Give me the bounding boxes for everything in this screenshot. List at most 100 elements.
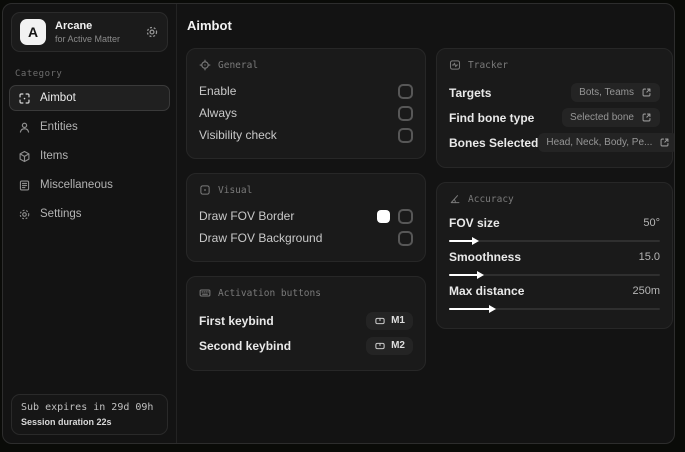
sidebar: A Arcane for Active Matter Category Aimb…: [3, 4, 177, 443]
app-window: A Arcane for Active Matter Category Aimb…: [2, 3, 675, 444]
dropdown-value: Bots, Teams: [579, 87, 634, 98]
gear-icon[interactable]: [145, 25, 159, 39]
setting-row-draw-fov-background: Draw FOV Background: [199, 227, 413, 249]
setting-row-always: Always: [199, 102, 413, 124]
enable-checkbox[interactable]: [398, 83, 413, 99]
sidebar-item-settings[interactable]: Settings: [9, 201, 170, 227]
smoothness-slider[interactable]: [449, 271, 660, 279]
sidebar-item-miscellaneous[interactable]: Miscellaneous: [9, 172, 170, 198]
setting-label: FOV size: [449, 216, 500, 230]
general-panel-header: General: [199, 59, 413, 71]
sidebar-item-label: Aimbot: [40, 92, 76, 104]
main-content: Aimbot General Enable Always Visibility …: [177, 4, 674, 443]
setting-label: Find bone type: [449, 110, 535, 125]
sidebar-item-aimbot[interactable]: Aimbot: [9, 85, 170, 111]
tracker-panel-header: Tracker: [449, 59, 660, 71]
slider-fill: [449, 274, 479, 276]
sidebar-item-label: Entities: [40, 121, 78, 133]
second-keybind-button[interactable]: M2: [366, 336, 413, 355]
cube-icon: [18, 150, 31, 163]
person-icon: [18, 121, 31, 134]
app-logo: A: [20, 19, 46, 45]
visual-panel: Visual Draw FOV Border Draw FOV Backgrou…: [186, 173, 426, 262]
setting-row-first-keybind: First keybind M1: [199, 308, 413, 333]
slider-thumb[interactable]: [476, 271, 484, 279]
panel-title: Tracker: [468, 59, 509, 71]
max-distance-slider-group: Max distance 250m: [449, 282, 660, 313]
expand-icon: [659, 137, 670, 148]
activation-panel-header: Activation buttons: [199, 287, 413, 299]
visual-panel-header: Visual: [199, 184, 413, 196]
setting-label: Max distance: [449, 284, 525, 298]
first-keybind-button[interactable]: M1: [366, 311, 413, 330]
setting-label: Draw FOV Border: [199, 209, 295, 223]
sidebar-item-items[interactable]: Items: [9, 143, 170, 169]
slider-thumb[interactable]: [489, 305, 497, 313]
accuracy-panel: Accuracy FOV size 50° Smoothness 15.0 Ma…: [436, 182, 673, 329]
setting-label: Smoothness: [449, 250, 522, 264]
session-duration-text: Session duration 22s: [21, 417, 112, 427]
setting-label: Enable: [199, 84, 237, 98]
panel-title: General: [218, 59, 259, 71]
app-subtitle: for Active Matter: [55, 34, 121, 44]
fov-border-color-swatch[interactable]: [377, 209, 390, 223]
angle-icon: [449, 193, 461, 205]
setting-row-draw-fov-border: Draw FOV Border: [199, 205, 413, 227]
setting-label: Bones Selected: [449, 135, 539, 150]
scan-icon: [18, 92, 31, 105]
pulse-icon: [449, 59, 461, 71]
setting-row-bones-selected: Bones Selected Head, Neck, Body, Pe...: [449, 130, 674, 155]
sub-expires-text: Sub expires in 29d 09h: [21, 402, 154, 413]
right-column: Tracker Targets Bots, Teams Find bone ty…: [436, 48, 674, 329]
sidebar-header: A Arcane for Active Matter: [11, 12, 168, 52]
sidebar-nav: Aimbot Entities Items Miscellaneous Sett…: [3, 85, 176, 230]
left-column: General Enable Always Visibility check V…: [186, 48, 426, 371]
panel-title: Visual: [218, 184, 253, 196]
subscription-info: Sub expires in 29d 09h Session duration …: [11, 394, 168, 435]
expand-icon: [641, 87, 652, 98]
category-label: Category: [15, 69, 63, 79]
general-panel: General Enable Always Visibility check: [186, 48, 426, 159]
setting-label: First keybind: [199, 313, 274, 328]
setting-row-enable: Enable: [199, 80, 413, 102]
keybind-value: M1: [391, 315, 405, 326]
panel-title: Accuracy: [468, 193, 514, 205]
setting-label: Second keybind: [199, 338, 292, 353]
bones-selected-dropdown[interactable]: Head, Neck, Body, Pe...: [538, 133, 674, 152]
frame-icon: [199, 184, 211, 196]
crosshair-icon: [199, 59, 211, 71]
setting-row-find-bone-type: Find bone type Selected bone: [449, 105, 660, 130]
notes-icon: [18, 179, 31, 192]
activation-panel: Activation buttons First keybind M1 Seco…: [186, 276, 426, 371]
slider-value: 15.0: [638, 251, 660, 263]
setting-label: Draw FOV Background: [199, 231, 323, 245]
gear-icon: [18, 208, 31, 221]
brand-block: Arcane for Active Matter: [55, 20, 120, 44]
setting-row-second-keybind: Second keybind M2: [199, 333, 413, 358]
sidebar-item-label: Items: [40, 150, 69, 162]
draw-fov-border-checkbox[interactable]: [398, 208, 413, 224]
setting-row-visibility-check: Visibility check: [199, 124, 413, 146]
slider-value: 250m: [632, 285, 660, 297]
targets-dropdown[interactable]: Bots, Teams: [571, 83, 660, 102]
setting-label: Visibility check: [199, 128, 277, 142]
sidebar-item-label: Miscellaneous: [40, 179, 113, 191]
dropdown-value: Selected bone: [570, 112, 634, 123]
slider-fill: [449, 240, 475, 242]
tracker-panel: Tracker Targets Bots, Teams Find bone ty…: [436, 48, 674, 168]
fov-size-slider[interactable]: [449, 237, 660, 245]
slider-fill: [449, 308, 492, 310]
always-checkbox[interactable]: [398, 105, 413, 121]
slider-thumb[interactable]: [472, 237, 480, 245]
keybind-value: M2: [391, 340, 405, 351]
max-distance-slider[interactable]: [449, 305, 660, 313]
accuracy-panel-header: Accuracy: [449, 193, 660, 205]
panel-title: Activation buttons: [218, 287, 321, 299]
find-bone-type-dropdown[interactable]: Selected bone: [562, 108, 660, 127]
setting-label: Always: [199, 106, 238, 120]
setting-label: Targets: [449, 85, 492, 100]
sidebar-item-entities[interactable]: Entities: [9, 114, 170, 140]
mouse-icon: [374, 315, 386, 327]
visibility-check-checkbox[interactable]: [398, 127, 413, 143]
draw-fov-background-checkbox[interactable]: [398, 230, 413, 246]
